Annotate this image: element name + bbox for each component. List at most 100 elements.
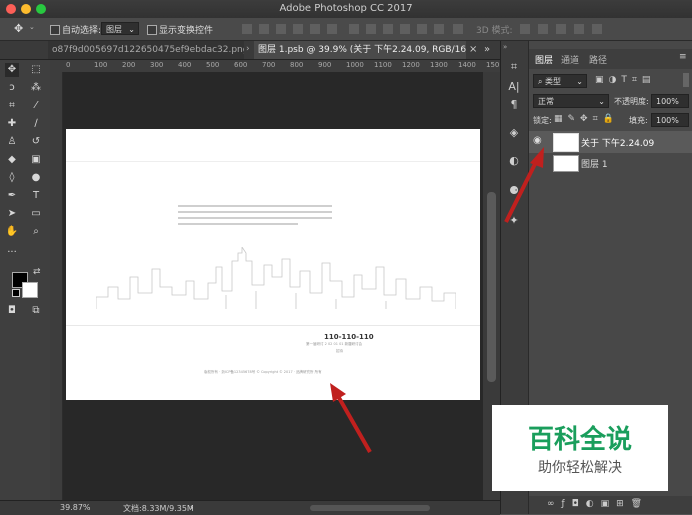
window-title: Adobe Photoshop CC 2017	[279, 3, 413, 14]
character-icon[interactable]: A|	[506, 79, 522, 95]
auto-align-icon[interactable]	[453, 24, 463, 34]
styles-icon[interactable]: ⚈	[506, 183, 522, 199]
pen-tool-icon[interactable]: ✒	[5, 189, 19, 203]
artboard-icon[interactable]: ⌗	[506, 59, 522, 75]
layers-icon[interactable]: ◈	[506, 125, 522, 141]
zoom-tool-icon[interactable]: ⌕	[29, 225, 43, 239]
layer-actions-icons[interactable]: ∞ƒ◘◐▣⊞🗑	[547, 499, 649, 509]
gradient-tool-icon[interactable]: ▣	[29, 153, 43, 167]
scrollbar-thumb[interactable]	[487, 192, 496, 382]
3d-rotate-icon[interactable]	[520, 24, 530, 34]
layer-name[interactable]: 关于 下午2.24.09	[581, 136, 654, 149]
ruler-label: 300	[150, 61, 164, 69]
edit-toolbar-icon[interactable]: ···	[5, 246, 19, 260]
path-selection-tool-icon[interactable]: ➤	[5, 207, 19, 221]
distribute-left-icon[interactable]	[400, 24, 410, 34]
filter-toggle[interactable]	[683, 73, 689, 87]
ruler-label: 400	[178, 61, 192, 69]
blend-mode-dropdown[interactable]: 正常 ⌄	[533, 94, 609, 108]
more-tabs-icon[interactable]: »	[484, 44, 490, 55]
eraser-tool-icon[interactable]: ◆	[5, 153, 19, 167]
document-footer: 版权所有 · 浙ICP备12345678号 © Copyright © 2017…	[204, 370, 322, 374]
tab-paths[interactable]: 路径	[589, 53, 607, 66]
collapse-panels-icon[interactable]: »	[503, 43, 507, 51]
ruler-label: 1100	[374, 61, 392, 69]
auto-select-target-dropdown[interactable]: 图层 ⌄	[101, 22, 139, 35]
default-colors-icon[interactable]	[12, 289, 20, 297]
crop-tool-icon[interactable]: ⌗	[5, 99, 19, 113]
tab-layers[interactable]: 图层	[535, 53, 553, 66]
opacity-input[interactable]: 100%	[651, 94, 689, 108]
layer-row-selected[interactable]: ◉ 关于 下午2.24.09	[529, 131, 692, 153]
tab-channels[interactable]: 通道	[561, 53, 579, 66]
distribute-hcenter-icon[interactable]	[417, 24, 427, 34]
magic-wand-tool-icon[interactable]: ⁂	[29, 81, 43, 95]
dodge-tool-icon[interactable]: ●	[29, 171, 43, 185]
distribute-bottom-icon[interactable]	[383, 24, 393, 34]
layer-thumbnail	[553, 155, 579, 172]
layer-row[interactable]: 图层 1	[529, 153, 692, 173]
hand-tool-icon[interactable]: ✋	[5, 225, 19, 239]
tab-png-document[interactable]: o87f9d005697d122650475ef9ebdac32.png	[48, 41, 244, 59]
distribute-top-icon[interactable]	[349, 24, 359, 34]
zoom-level[interactable]: 39.87%	[60, 503, 91, 512]
fill-label: 填充:	[629, 116, 648, 125]
healing-brush-tool-icon[interactable]: ✚	[5, 117, 19, 131]
align-right-icon[interactable]	[327, 24, 337, 34]
close-tab-icon[interactable]: ×	[469, 44, 477, 55]
move-tool-icon[interactable]: ✥	[14, 22, 23, 35]
3d-slide-icon[interactable]	[574, 24, 584, 34]
align-hcenter-icon[interactable]	[310, 24, 320, 34]
align-vcenter-icon[interactable]	[259, 24, 269, 34]
eye-icon[interactable]: ◉	[533, 135, 542, 146]
align-top-icon[interactable]	[242, 24, 252, 34]
lasso-tool-icon[interactable]: ↄ	[5, 81, 19, 95]
tab-scroll-icon[interactable]: ›	[246, 44, 250, 54]
layer-filter-dropdown[interactable]: ⌕ 类型 ⌄	[533, 74, 587, 88]
blur-tool-icon[interactable]: ◊	[5, 171, 19, 185]
clone-stamp-tool-icon[interactable]: ♙	[5, 135, 19, 149]
eyedropper-tool-icon[interactable]: ⁄	[29, 99, 43, 113]
distribute-vcenter-icon[interactable]	[366, 24, 376, 34]
fill-input[interactable]: 100%	[651, 113, 689, 127]
3d-scale-icon[interactable]	[592, 24, 602, 34]
tab-psb-document[interactable]: 图层 1.psb @ 39.9% (关于 下午2.24.09, RGB/16) …	[254, 41, 466, 59]
type-tool-icon[interactable]: T	[29, 189, 43, 203]
history-brush-tool-icon[interactable]: ↺	[29, 135, 43, 149]
3d-roll-icon[interactable]	[538, 24, 548, 34]
lock-label: 锁定:	[533, 116, 552, 125]
screen-mode-icon[interactable]: ⧉	[29, 304, 43, 318]
ruler-label: 150	[486, 61, 500, 69]
show-transform-label: 显示变换控件	[159, 26, 214, 36]
auto-select-checkbox[interactable]	[50, 25, 60, 35]
swap-colors-icon[interactable]: ⇄	[33, 267, 41, 277]
lock-icons[interactable]: ▦✎✥⌗🔒	[554, 114, 619, 124]
ruler-label: 1200	[402, 61, 420, 69]
panel-menu-icon[interactable]: ≡	[679, 52, 687, 62]
status-menu-icon[interactable]: ›	[190, 503, 193, 512]
adjustments-icon[interactable]: ◐	[506, 153, 522, 169]
brush-tool-icon[interactable]: ∕	[29, 117, 43, 131]
layer-thumbnail	[553, 133, 579, 152]
paragraph-icon[interactable]: ¶	[506, 97, 522, 113]
layers-bottom-bar: ∞ƒ◘◐▣⊞🗑	[529, 496, 692, 514]
opacity-label: 不透明度:	[614, 97, 649, 106]
document-canvas[interactable]: 110-110-110 第一届研讨 2 02 01 01 新疆研讨会 招待 版权…	[66, 129, 480, 400]
tool-preset-chevron-icon[interactable]: ⌄	[29, 23, 35, 31]
align-bottom-icon[interactable]	[276, 24, 286, 34]
quick-mask-icon[interactable]: ◘	[5, 304, 19, 318]
layer-name[interactable]: 图层 1	[581, 157, 608, 170]
shapes-icon[interactable]: ✦	[506, 213, 522, 229]
rectangle-tool-icon[interactable]: ▭	[29, 207, 43, 221]
horizontal-scrollbar[interactable]	[310, 505, 430, 511]
show-transform-checkbox[interactable]	[147, 25, 157, 35]
filter-icons[interactable]: ▣◑T⌗▤	[595, 75, 655, 85]
distribute-right-icon[interactable]	[434, 24, 444, 34]
ruler-label: 200	[122, 61, 136, 69]
3d-drag-icon[interactable]	[556, 24, 566, 34]
align-left-icon[interactable]	[293, 24, 303, 34]
marquee-tool-icon[interactable]: ⬚	[29, 63, 43, 77]
panel-tab-bar	[529, 49, 692, 69]
background-color-swatch[interactable]	[22, 282, 38, 298]
move-tool-icon[interactable]: ✥	[5, 63, 19, 77]
